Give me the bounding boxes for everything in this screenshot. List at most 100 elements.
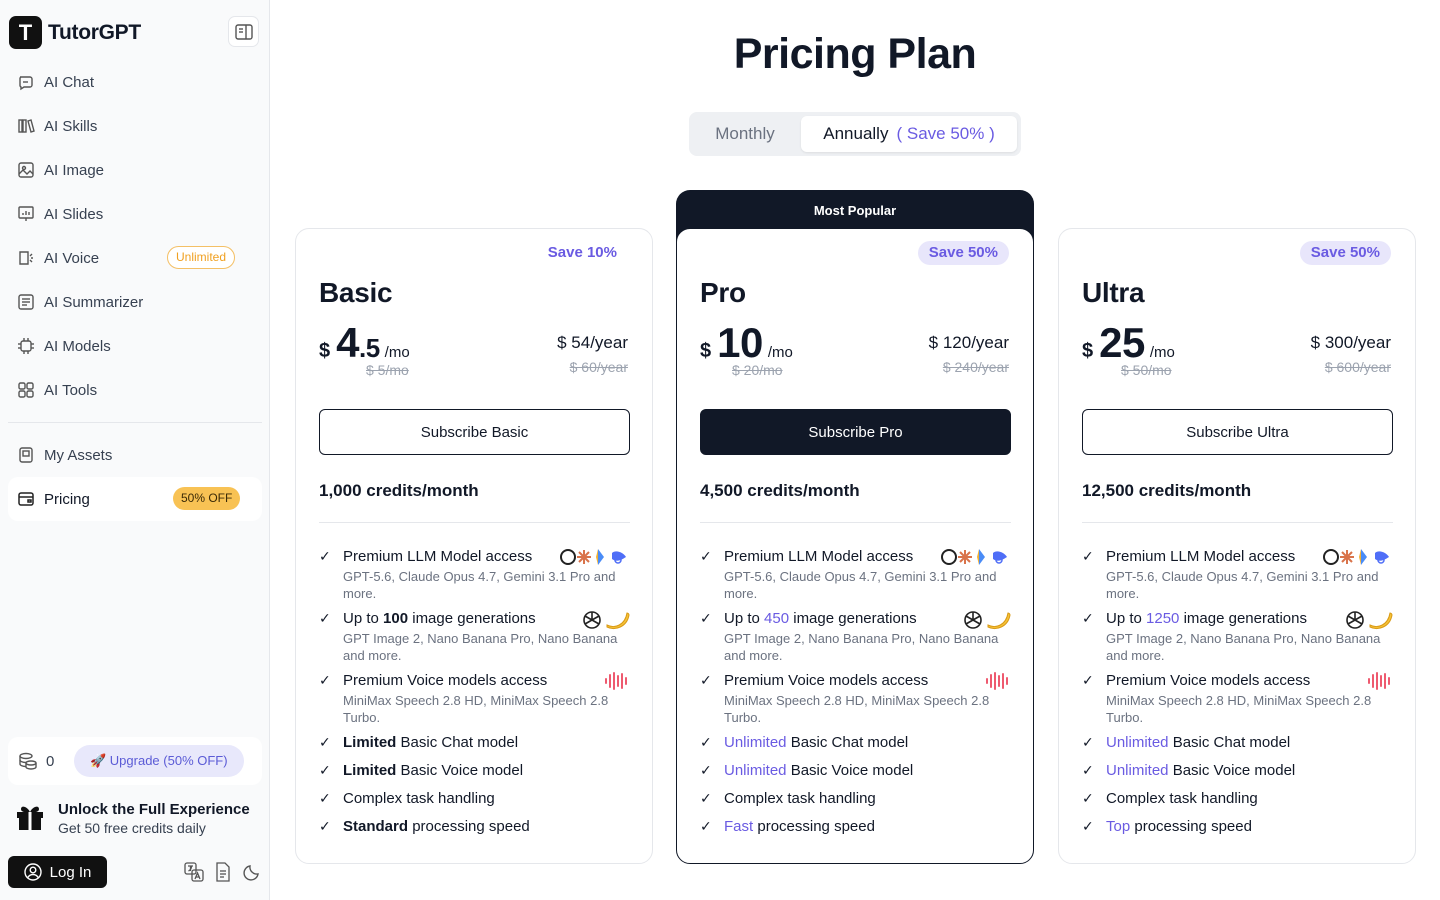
banana-icon: [987, 612, 1011, 629]
check-icon: ✓: [700, 610, 712, 626]
check-icon: ✓: [1082, 610, 1094, 626]
check-icon: ✓: [319, 734, 331, 750]
check-icon: ✓: [1082, 790, 1094, 806]
brand[interactable]: T TutorGPT: [9, 16, 141, 49]
openai-logo-icon: [964, 611, 982, 629]
feature-title: Complex task handling: [1106, 790, 1258, 807]
sidebar-item-label: AI Tools: [44, 381, 98, 399]
books-icon: [16, 116, 36, 136]
feature-speed: ✓ Top processing speed: [1082, 817, 1393, 837]
price-value: 10: [717, 319, 763, 366]
feature-title: Top processing speed: [1106, 818, 1252, 835]
feature-desc: GPT Image 2, Nano Banana Pro, Nano Banan…: [343, 631, 618, 663]
upgrade-button[interactable]: 🚀 Upgrade (50% OFF): [74, 745, 244, 777]
feature-voice-model: ✓ Unlimited Basic Voice model: [1082, 761, 1393, 781]
old-monthly-price: $ 50/mo: [1121, 362, 1172, 378]
billing-toggle: Monthly Annually ( Save 50% ): [689, 112, 1021, 156]
card-divider: [319, 522, 630, 523]
sidebar-item-label: Pricing: [44, 490, 90, 508]
check-icon: ✓: [700, 548, 712, 564]
subscribe-basic-button[interactable]: Subscribe Basic: [319, 409, 630, 455]
check-icon: ✓: [1082, 672, 1094, 688]
old-yearly-price: $ 240/year: [942, 359, 1009, 375]
collapse-sidebar-button[interactable]: [228, 16, 259, 47]
save-badge: Save 50%: [917, 241, 1009, 265]
minimax-waveform-icon: [1368, 672, 1390, 690]
sidebar-item-ai-skills[interactable]: AI Skills: [8, 104, 262, 148]
banana-icon: [606, 612, 630, 629]
price-value: 4: [336, 319, 359, 366]
save-badge: Save 10%: [547, 244, 617, 261]
feature-title: Complex task handling: [343, 790, 495, 807]
price-value: 25: [1099, 319, 1145, 366]
old-monthly-price: $ 5/mo: [366, 362, 409, 378]
price-period: /mo: [1149, 344, 1175, 361]
moon-icon[interactable]: [242, 862, 262, 882]
feature-title: Fast processing speed: [724, 818, 875, 835]
claude-logo-icon: [560, 549, 626, 565]
sidebar-item-ai-slides[interactable]: AI Slides: [8, 192, 262, 236]
sidebar-item-ai-voice[interactable]: AI Voice Unlimited: [8, 236, 262, 280]
card-divider: [700, 522, 1011, 523]
voice-provider-icons: [604, 671, 630, 691]
feature-list: ✓ Premium LLM Model access GPT-5.6, Clau…: [1082, 547, 1393, 845]
unlock-subtitle: Get 50 free credits daily: [58, 820, 206, 836]
openai-logo-icon: [583, 611, 601, 629]
sidebar-item-pricing[interactable]: Pricing 50% OFF: [8, 477, 262, 521]
plan-credits: 4,500 credits/month: [700, 481, 860, 500]
openai-logo-icon: [1346, 611, 1364, 629]
feature-llm: ✓ Premium LLM Model access GPT-5.6, Clau…: [319, 547, 630, 602]
feature-chat-model: ✓ Unlimited Basic Chat model: [1082, 733, 1393, 753]
document-icon[interactable]: [213, 862, 233, 882]
check-icon: ✓: [700, 818, 712, 834]
feature-voice-model: ✓ Limited Basic Voice model: [319, 761, 630, 781]
currency: $: [1082, 340, 1094, 362]
feature-title: Complex task handling: [724, 790, 876, 807]
unlock-promo[interactable]: Unlock the Full Experience Get 50 free c…: [14, 800, 250, 837]
sidebar-item-label: AI Voice: [44, 249, 100, 267]
feature-title: Premium Voice models access: [1106, 672, 1311, 689]
plan-card-pro: Save 50% Pro $ 10 /mo $ 20/mo $ 120/year…: [676, 228, 1034, 864]
feature-title: Premium Voice models access: [724, 672, 929, 689]
currency: $: [319, 340, 331, 362]
user-icon: [23, 863, 42, 881]
sidebar-item-ai-models[interactable]: AI Models: [8, 324, 262, 368]
chat-icon: [16, 72, 36, 92]
sidebar-item-ai-image[interactable]: AI Image: [8, 148, 262, 192]
unlimited-badge: Unlimited: [167, 246, 236, 269]
sidebar-toggle-icon: [234, 23, 253, 40]
banana-icon: [1369, 612, 1393, 629]
subscribe-pro-button[interactable]: Subscribe Pro: [700, 409, 1011, 455]
plan-name: Ultra: [1082, 277, 1145, 308]
login-button[interactable]: Log In: [8, 856, 107, 888]
check-icon: ✓: [319, 548, 331, 564]
price-decimal: .5: [358, 333, 380, 363]
feature-desc: GPT Image 2, Nano Banana Pro, Nano Banan…: [1106, 631, 1381, 663]
gift-icon: [14, 800, 46, 837]
voice-provider-icons: [985, 671, 1011, 691]
sidebar-footer-icons: [184, 862, 262, 882]
check-icon: ✓: [319, 790, 331, 806]
plan-credits: 12,500 credits/month: [1082, 481, 1252, 500]
plan-credits: 1,000 credits/month: [319, 481, 479, 500]
translate-icon[interactable]: [184, 862, 204, 882]
sidebar-item-ai-tools[interactable]: AI Tools: [8, 368, 262, 412]
price-row: $ 25 /mo: [1082, 319, 1175, 367]
claude-logo-icon: [1323, 549, 1389, 565]
toggle-annually[interactable]: Annually ( Save 50% ): [801, 116, 1017, 152]
sidebar-item-ai-summarizer[interactable]: AI Summarizer: [8, 280, 262, 324]
sidebar-item-my-assets[interactable]: My Assets: [8, 433, 262, 477]
llm-provider-icons: [560, 547, 630, 567]
toggle-save-label: ( Save 50% ): [896, 124, 995, 143]
check-icon: ✓: [1082, 818, 1094, 834]
feature-complex: ✓ Complex task handling: [319, 789, 630, 809]
sidebar-item-label: AI Skills: [44, 117, 98, 135]
nav-divider: [8, 422, 262, 423]
feature-chat-model: ✓ Unlimited Basic Chat model: [700, 733, 1011, 753]
sidebar-item-label: AI Summarizer: [44, 293, 144, 311]
voice-icon: [16, 248, 36, 268]
sidebar-item-ai-chat[interactable]: AI Chat: [8, 60, 262, 104]
price-row: $ 10 /mo: [700, 319, 793, 367]
subscribe-ultra-button[interactable]: Subscribe Ultra: [1082, 409, 1393, 455]
toggle-monthly[interactable]: Monthly: [693, 116, 797, 152]
